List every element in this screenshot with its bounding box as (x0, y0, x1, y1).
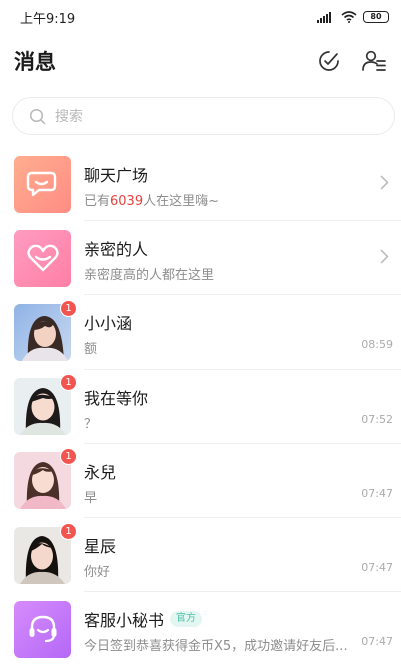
unread-badge: 1 (60, 374, 77, 392)
chevron-right-icon (380, 249, 389, 264)
message-time: 07:52 (361, 412, 393, 426)
message-preview: 今日签到恭喜获得金币X5，成功邀请好友后... (84, 639, 348, 655)
unread-badge: 1 (60, 448, 77, 466)
chat-bubble-icon (26, 171, 56, 197)
search-placeholder: 搜索 (55, 109, 83, 125)
conversation-subtitle: 已有6039人在这里嗨~ (84, 194, 220, 209)
list-item-intimate[interactable]: 亲密的人 亲密度高的人都在这里 (0, 221, 401, 296)
search-input[interactable]: 搜索 (12, 97, 395, 135)
search-icon (29, 108, 46, 124)
avatar: 1 (14, 299, 77, 361)
conversation-name: 亲密的人 (84, 240, 149, 260)
status-time: 上午9:19 (20, 11, 76, 27)
unread-badge: 1 (60, 522, 77, 540)
page-title: 消息 (14, 50, 56, 74)
list-item-conversation[interactable]: 1 星辰 你好 07:47 (0, 518, 401, 593)
avatar (14, 155, 71, 213)
message-preview: ？ (84, 416, 98, 432)
battery-icon: 80 (363, 11, 389, 23)
status-icons: 80 (317, 11, 389, 23)
signal-icon (317, 11, 331, 23)
online-count: 6039 (110, 194, 144, 209)
avatar: 1 (14, 448, 77, 510)
message-time: 07:47 (361, 486, 393, 500)
header: 消息 (0, 40, 401, 82)
contacts-icon[interactable] (361, 49, 387, 73)
message-time: 07:47 (361, 560, 393, 574)
conversation-subtitle: 亲密度高的人都在这里 (84, 268, 215, 284)
conversation-name: 聊天广场 (84, 166, 149, 185)
heart-icon (26, 244, 59, 272)
conversation-name: 小小涵 (84, 314, 133, 334)
list-item-chat-plaza[interactable]: 聊天广场 已有6039人在这里嗨~ (0, 147, 401, 222)
conversation-name: 客服小秘书 官方 (84, 607, 203, 631)
conversation-name: 我在等你 (84, 388, 149, 408)
message-time: 07:47 (361, 635, 393, 649)
conversation-name: 星辰 (84, 536, 117, 556)
mark-read-icon[interactable] (317, 49, 341, 73)
conversation-list: 聊天广场 已有6039人在这里嗨~ 亲密的人 亲密度高的人都在这里 1 小小涵 … (0, 147, 401, 666)
headset-icon (29, 616, 56, 643)
unread-badge: 1 (60, 299, 77, 317)
message-preview: 额 (84, 342, 98, 358)
avatar: 1 (14, 522, 77, 584)
chevron-right-icon (380, 175, 389, 190)
header-actions (317, 49, 387, 73)
official-badge: 官方 (170, 611, 203, 628)
message-preview: 早 (84, 490, 98, 506)
list-item-conversation[interactable]: 1 永兒 早 07:47 (0, 444, 401, 519)
message-preview: 你好 (84, 564, 111, 580)
status-bar: 上午9:19 80 (0, 0, 401, 34)
message-time: 08:59 (361, 338, 393, 352)
avatar (14, 600, 71, 658)
list-item-conversation[interactable]: 1 小小涵 额 08:59 (0, 295, 401, 370)
avatar: 1 (14, 374, 77, 436)
avatar (14, 229, 71, 287)
list-item-conversation[interactable]: 1 我在等你 ？ 07:52 (0, 370, 401, 444)
conversation-name: 永兒 (84, 462, 117, 482)
wifi-icon (341, 11, 357, 23)
list-item-customer-service[interactable]: 客服小秘书 官方 今日签到恭喜获得金币X5，成功邀请好友后... 07:47 (0, 592, 401, 666)
